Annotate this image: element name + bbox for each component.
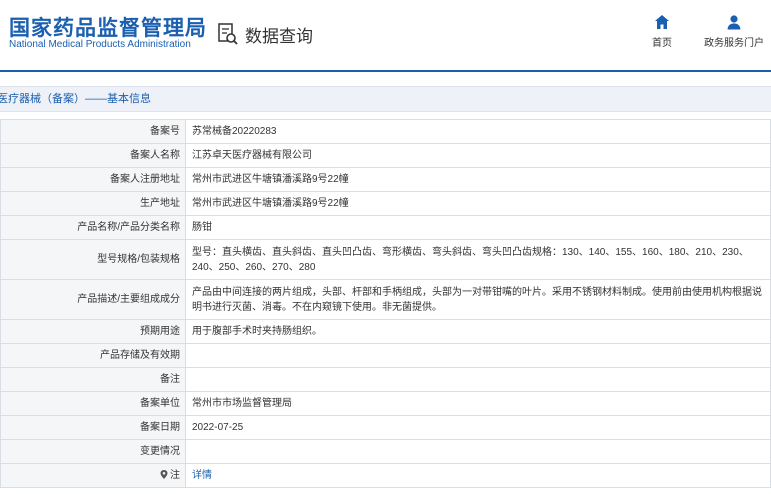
row-value: 常州市市场监督管理局 — [185, 391, 771, 416]
row-label: 备案单位 — [0, 391, 186, 416]
nav-portal-label: 政务服务门户 — [704, 38, 764, 49]
row-value: 产品由中间连接的两片组成，头部、杆部和手柄组成，头部为一对带钳嘴的叶片。采用不锈… — [185, 279, 771, 320]
row-value — [185, 367, 771, 392]
row-label: 产品存储及有效期 — [0, 343, 186, 368]
row-label-text: 注 — [170, 470, 180, 481]
table-row: 预期用途 用于腹部手术时夹持肠组织。 — [0, 319, 771, 344]
row-value — [185, 439, 771, 464]
table-row: 备案日期 2022-07-25 — [0, 415, 771, 440]
table-row: 备案人名称 江苏卓天医疗器械有限公司 — [0, 143, 771, 168]
row-value: 用于腹部手术时夹持肠组织。 — [185, 319, 771, 344]
details-link[interactable]: 详情 — [192, 470, 212, 481]
row-value: 型号：直头横齿、直头斜齿、直头凹凸齿、弯形横齿、弯头斜齿、弯头凹凸齿规格：130… — [185, 239, 771, 280]
logo-title-en: National Medical Products Administration — [9, 39, 191, 50]
table-row: 备案号 苏常械备20220283 — [0, 119, 771, 144]
row-label-note: 注 — [0, 463, 186, 488]
record-detail-table: 备案号 苏常械备20220283 备案人名称 江苏卓天医疗器械有限公司 备案人注… — [0, 119, 771, 488]
row-value: 详情 — [185, 463, 771, 488]
row-value: 常州市武进区牛塘镇潘溪路9号22幢 — [185, 167, 771, 192]
breadcrumb: 医疗器械（备案）——基本信息 — [0, 86, 771, 112]
table-row: 备注 — [0, 367, 771, 392]
row-value — [185, 343, 771, 368]
nav-home[interactable]: 首页 — [652, 14, 672, 49]
breadcrumb-text: 医疗器械（备案）——基本信息 — [0, 93, 151, 105]
table-row: 备案人注册地址 常州市武进区牛塘镇潘溪路9号22幢 — [0, 167, 771, 192]
row-value: 肠钳 — [185, 215, 771, 240]
row-label: 型号规格/包装规格 — [0, 239, 186, 280]
table-row: 变更情况 — [0, 439, 771, 464]
table-row: 产品描述/主要组成成分 产品由中间连接的两片组成，头部、杆部和手柄组成，头部为一… — [0, 279, 771, 320]
row-label: 备案日期 — [0, 415, 186, 440]
home-icon — [655, 15, 669, 29]
section-title: 数据查询 — [217, 21, 313, 47]
row-label: 变更情况 — [0, 439, 186, 464]
row-label: 产品名称/产品分类名称 — [0, 215, 186, 240]
site-header: 国家药品监督管理局 National Medical Products Admi… — [0, 0, 771, 72]
user-icon — [727, 15, 741, 30]
table-row: 生产地址 常州市武进区牛塘镇潘溪路9号22幢 — [0, 191, 771, 216]
row-value: 2022-07-25 — [185, 415, 771, 440]
row-label: 生产地址 — [0, 191, 186, 216]
row-label: 预期用途 — [0, 319, 186, 344]
row-label: 备注 — [0, 367, 186, 392]
row-value: 江苏卓天医疗器械有限公司 — [185, 143, 771, 168]
row-label: 备案号 — [0, 119, 186, 144]
row-value: 常州市武进区牛塘镇潘溪路9号22幢 — [185, 191, 771, 216]
row-value: 苏常械备20220283 — [185, 119, 771, 144]
row-label: 备案人名称 — [0, 143, 186, 168]
row-label: 产品描述/主要组成成分 — [0, 279, 186, 320]
table-row: 注 详情 — [0, 463, 771, 488]
row-label: 备案人注册地址 — [0, 167, 186, 192]
table-row: 备案单位 常州市市场监督管理局 — [0, 391, 771, 416]
nav-home-label: 首页 — [652, 38, 672, 49]
nav-service-portal[interactable]: 政务服务门户 — [704, 14, 764, 49]
logo-title-cn[interactable]: 国家药品监督管理局 — [9, 12, 207, 42]
table-row: 产品名称/产品分类名称 肠钳 — [0, 215, 771, 240]
table-row: 产品存储及有效期 — [0, 343, 771, 368]
pin-icon — [160, 470, 168, 479]
table-row: 型号规格/包装规格 型号：直头横齿、直头斜齿、直头凹凸齿、弯形横齿、弯头斜齿、弯… — [0, 239, 771, 280]
data-search-icon — [218, 23, 238, 45]
section-title-text: 数据查询 — [245, 26, 313, 46]
